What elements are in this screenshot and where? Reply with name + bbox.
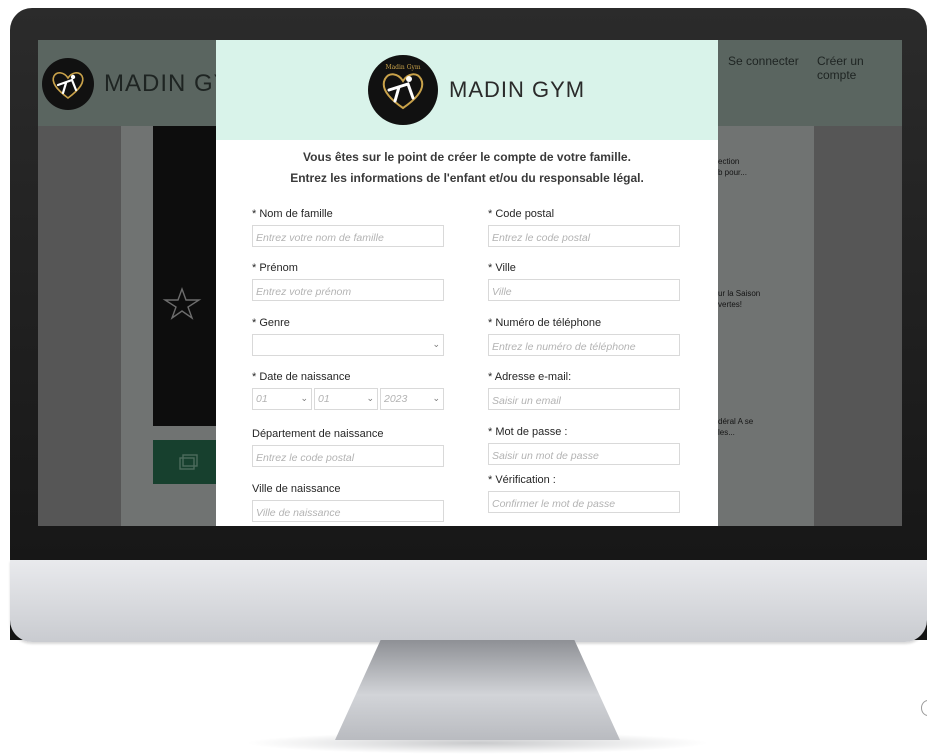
birth-city-label: Ville de naissance	[252, 483, 341, 495]
gender-label: * Genre	[252, 317, 290, 329]
modal-brand: MADIN GYM	[449, 77, 586, 102]
gallery-button[interactable]	[153, 440, 223, 484]
monitor-chin	[10, 560, 927, 642]
email-label: * Adresse e-mail:	[488, 371, 572, 383]
news-snippet[interactable]: ection b pour...	[718, 156, 778, 178]
first-name-label: * Prénom	[252, 262, 298, 274]
chevron-down-icon: ⌄	[366, 393, 374, 403]
screen: MADIN GY Se connecter Créer un compte ec…	[38, 40, 902, 526]
postal-code-label: * Code postal	[488, 208, 555, 220]
site-brand[interactable]: MADIN GY	[104, 70, 231, 98]
modal-header: Madin Gym MADIN GYM	[216, 40, 718, 140]
site-logo-icon[interactable]	[42, 58, 94, 110]
star-icon	[162, 286, 202, 320]
edge-mark	[921, 700, 927, 716]
gallery-icon	[179, 454, 198, 470]
verification-field[interactable]	[488, 491, 680, 513]
birth-city-field[interactable]	[252, 500, 444, 522]
chevron-down-icon: ⌄	[432, 393, 440, 403]
birth-year-value: 2023	[384, 393, 408, 405]
last-name-label: * Nom de famille	[252, 208, 333, 220]
birth-department-label: Département de naissance	[252, 428, 384, 440]
intro-line: Vous êtes sur le point de créer le compt…	[303, 150, 631, 164]
last-name-field[interactable]	[252, 225, 444, 247]
postal-code-field[interactable]	[488, 225, 680, 247]
password-field[interactable]	[488, 443, 680, 465]
chevron-down-icon: ⌄	[300, 393, 308, 403]
city-field[interactable]	[488, 279, 680, 301]
birth-date-label: * Date de naissance	[252, 371, 351, 383]
birth-month-value: 01	[318, 393, 330, 405]
nav-signup-link[interactable]: Créer un compte	[817, 54, 902, 82]
phone-field[interactable]	[488, 334, 680, 356]
signup-modal: Madin Gym MADIN GYM Vous êtes sur le poi…	[216, 40, 718, 526]
intro-line: Entrez les informations de l'enfant et/o…	[290, 171, 644, 185]
birth-department-field[interactable]	[252, 445, 444, 467]
first-name-field[interactable]	[252, 279, 444, 301]
password-label: * Mot de passe :	[488, 426, 568, 438]
email-field[interactable]	[488, 388, 680, 410]
city-label: * Ville	[488, 262, 516, 274]
news-snippet[interactable]: déral A se les...	[718, 416, 778, 438]
birth-month-select[interactable]: 01 ⌄	[314, 388, 378, 410]
birth-day-value: 01	[256, 393, 268, 405]
gender-select[interactable]: ⌄	[252, 334, 444, 356]
modal-logo-icon: Madin Gym	[368, 55, 438, 125]
hero-image	[153, 126, 223, 426]
chevron-down-icon: ⌄	[432, 339, 440, 349]
birth-year-select[interactable]: 2023 ⌄	[380, 388, 444, 410]
verification-label: * Vérification :	[488, 474, 556, 486]
birth-day-select[interactable]: 01 ⌄	[252, 388, 312, 410]
logo-lettering: Madin Gym	[385, 64, 420, 71]
phone-label: * Numéro de téléphone	[488, 317, 602, 329]
nav-login-link[interactable]: Se connecter	[728, 54, 799, 68]
monitor-stand	[335, 640, 620, 740]
news-snippet[interactable]: ur la Saison vertes!	[718, 288, 778, 310]
